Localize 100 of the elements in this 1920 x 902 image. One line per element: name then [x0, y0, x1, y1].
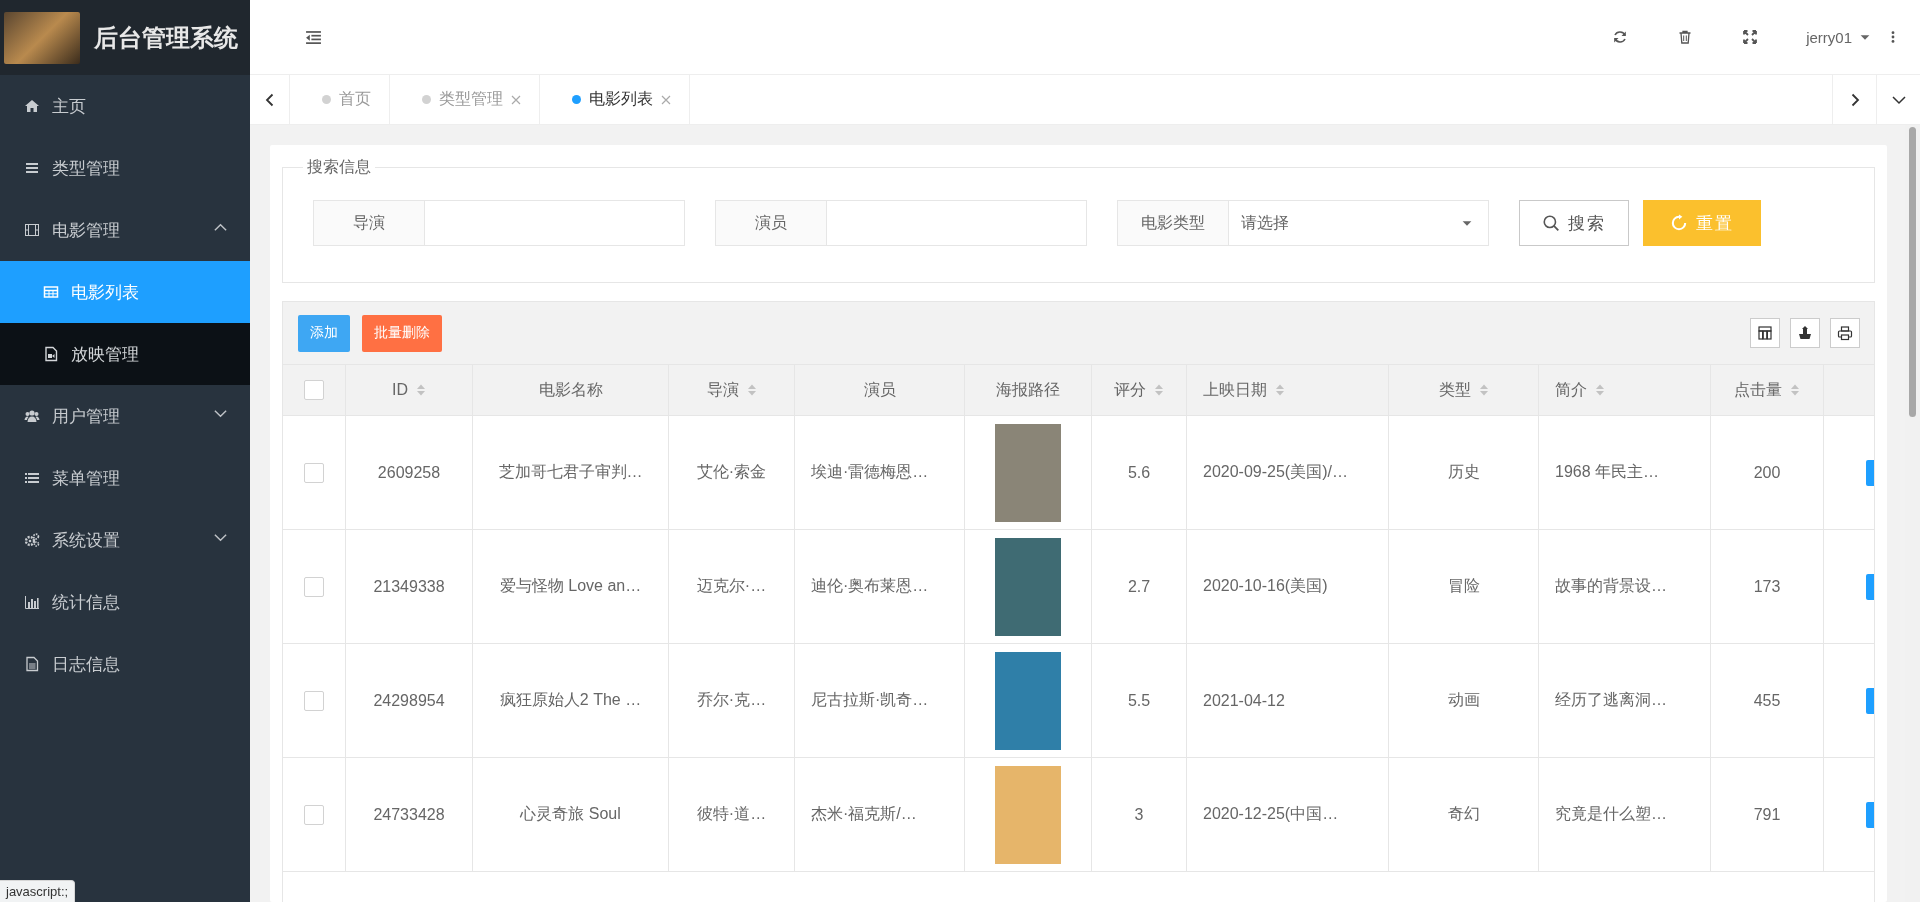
- tab-dot-icon: [572, 95, 581, 104]
- table-cell-text: 1968 年民主…: [1555, 462, 1660, 482]
- menu-item[interactable]: 电影管理: [0, 199, 250, 261]
- table-cell-text: 2020-12-25(中国…: [1203, 804, 1339, 824]
- sort-icon[interactable]: [1790, 383, 1800, 397]
- table-cell: 2609258: [377, 463, 441, 482]
- page-tab[interactable]: 电影列表: [540, 75, 690, 124]
- sort-icon[interactable]: [746, 383, 757, 397]
- fullscreen-button[interactable]: [1742, 29, 1759, 45]
- menu-icon: [24, 470, 40, 486]
- menu-item[interactable]: 类型管理: [0, 137, 250, 199]
- select-all-checkbox[interactable]: [304, 380, 324, 400]
- table-cell-text: 故事的背景设…: [1555, 576, 1667, 596]
- table-cell: 791: [1753, 805, 1781, 824]
- menu-icon: [24, 408, 40, 424]
- outdent-icon: [305, 28, 322, 46]
- table-cell-text: 埃迪·雷德梅恩…: [811, 462, 929, 482]
- menu-icon: [24, 594, 40, 610]
- table-cell-text: 艾伦·索金: [696, 462, 767, 482]
- export-icon: [1797, 325, 1813, 341]
- table-cell-text: 彼特·道…: [696, 804, 767, 824]
- table-cell-text: 爱与怪物 Love an…: [499, 576, 642, 596]
- column-header: 上映日期: [1203, 379, 1267, 400]
- row-checkbox[interactable]: [304, 462, 324, 483]
- search-icon: [1542, 214, 1560, 232]
- column-header: 电影名称: [538, 379, 603, 400]
- menu-icon: [43, 284, 59, 300]
- menu-icon: [43, 346, 59, 362]
- reset-icon: [1670, 214, 1688, 232]
- table-cell: 173: [1753, 577, 1781, 596]
- table-cell: 5.6: [1127, 463, 1151, 482]
- column-header: 海报路径: [996, 379, 1060, 400]
- table-cell-text: 冒险: [1447, 576, 1480, 596]
- column-header: 点击量: [1734, 379, 1782, 400]
- table-cell: 5.5: [1127, 691, 1151, 710]
- table-cell-text: 迪伦·奥布莱恩…: [811, 576, 929, 596]
- row-checkbox[interactable]: [304, 576, 324, 597]
- column-filter-button[interactable]: [1750, 318, 1780, 348]
- table-cell-text: 心灵奇旅 Soul: [520, 804, 621, 824]
- menu-icon: [24, 222, 40, 238]
- search-panel-title: 搜索信息: [306, 157, 372, 177]
- table-cell-text: 经历了逃离洞…: [1555, 690, 1667, 710]
- table-cell-text: 动画: [1447, 690, 1480, 710]
- clear-cache-button[interactable]: [1677, 29, 1694, 45]
- table-cell-text: 2020-09-25(美国)/…: [1203, 462, 1348, 482]
- menu-item[interactable]: 统计信息: [0, 571, 250, 633]
- menu-icon: [24, 532, 40, 548]
- column-header: 导演: [706, 379, 739, 400]
- table-cell: 455: [1753, 691, 1781, 710]
- column-header: 评分: [1114, 379, 1146, 400]
- table-cell: 2021-04-12: [1203, 691, 1285, 710]
- menu-item[interactable]: 系统设置: [0, 509, 250, 571]
- export-button[interactable]: [1790, 318, 1820, 348]
- column-header: 演员: [863, 379, 896, 400]
- refresh-icon: [1612, 29, 1629, 45]
- table-cell: 24733428: [373, 805, 445, 824]
- print-button[interactable]: [1830, 318, 1860, 348]
- column-header: 类型: [1438, 379, 1471, 400]
- table-cell-text: 疯狂原始人2 The …: [499, 690, 642, 710]
- menu-icon: [24, 98, 40, 114]
- menu-icon: [24, 160, 40, 176]
- sort-icon[interactable]: [1275, 383, 1285, 397]
- table-cell: 21349338: [373, 577, 445, 596]
- table-cell-text: 杰米·福克斯/…: [811, 804, 917, 824]
- table-cell: 24298954: [373, 691, 445, 710]
- user-menu[interactable]: jerry01: [1806, 28, 1872, 46]
- table-cell-text: 究竟是什么塑…: [1555, 804, 1667, 824]
- trash-icon: [1677, 29, 1694, 45]
- close-icon[interactable]: [661, 94, 671, 105]
- print-icon: [1837, 325, 1853, 341]
- search-button[interactable]: 搜索: [1519, 200, 1629, 246]
- sort-icon[interactable]: [1478, 383, 1489, 397]
- table-cell-text: 迈克尔·…: [696, 576, 767, 596]
- sort-icon[interactable]: [1595, 383, 1605, 397]
- menu-item[interactable]: 日志信息: [0, 633, 250, 695]
- table-cell-text: 奇幻: [1447, 804, 1480, 824]
- column-header: ID: [392, 381, 408, 399]
- close-icon[interactable]: [511, 94, 521, 105]
- table-cell-text: 尼古拉斯·凯奇…: [811, 690, 929, 710]
- app-title: 后台管理系统: [94, 22, 238, 53]
- sort-icon[interactable]: [416, 383, 426, 397]
- row-checkbox[interactable]: [304, 690, 324, 711]
- menu-item[interactable]: 主页: [0, 75, 250, 137]
- tab-dot-icon: [422, 95, 431, 104]
- sort-icon[interactable]: [1154, 383, 1164, 397]
- sidebar-toggle-button[interactable]: [305, 28, 322, 46]
- table-cell-text: 芝加哥七君子审判…: [498, 462, 643, 482]
- refresh-button[interactable]: [1612, 29, 1629, 45]
- column-header: 简介: [1555, 379, 1587, 400]
- submenu-item[interactable]: 放映管理: [0, 323, 250, 385]
- row-checkbox[interactable]: [304, 804, 324, 825]
- table-cell-text: 2020-10-16(美国): [1203, 576, 1328, 596]
- table-cell-text: 乔尔·克…: [696, 690, 767, 710]
- columns-icon: [1757, 325, 1773, 341]
- menu-item[interactable]: 用户管理: [0, 385, 250, 447]
- table-cell: 3: [1134, 805, 1144, 824]
- table-cell: 2.7: [1127, 577, 1151, 596]
- table-cell-text: 历史: [1447, 462, 1480, 482]
- fullscreen-icon: [1742, 29, 1759, 45]
- menu-item[interactable]: 菜单管理: [0, 447, 250, 509]
